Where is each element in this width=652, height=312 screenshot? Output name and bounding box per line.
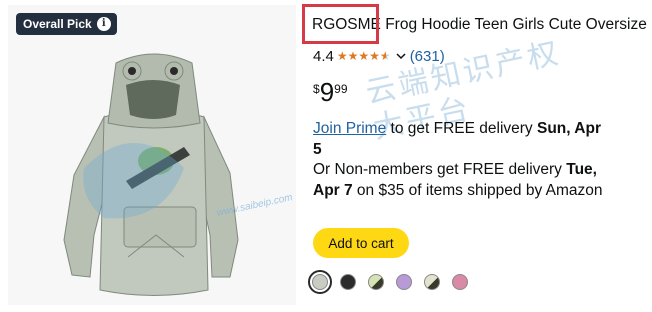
color-swatch[interactable] <box>452 274 468 290</box>
product-title-rest[interactable]: Frog Hoodie Teen Girls Cute Oversize <box>381 16 647 33</box>
add-to-cart-button[interactable]: Add to cart <box>313 228 409 258</box>
color-swatch[interactable] <box>424 274 440 290</box>
price-fraction: 99 <box>334 82 348 96</box>
overall-pick-badge: Overall Pick i <box>16 13 117 35</box>
join-prime-link[interactable]: Join Prime <box>313 120 386 137</box>
color-swatch[interactable] <box>308 270 332 294</box>
color-swatch[interactable] <box>340 274 356 290</box>
star-icon: ★ <box>369 49 380 63</box>
delivery-line1: to get FREE delivery <box>386 120 537 137</box>
chevron-down-icon[interactable] <box>396 51 406 61</box>
delivery-info: Join Prime to get FREE delivery Sun, Apr… <box>313 119 613 201</box>
product-card: Overall Pick i 云端知识产权大平台 www.saibeip.com… <box>0 0 652 312</box>
price: $ 9 99 <box>313 78 348 108</box>
rating-row: 4.4 ★ ★ ★ ★ ★ (631) <box>313 45 445 67</box>
star-icon: ★ <box>336 49 348 63</box>
rating-count-link[interactable]: (631) <box>410 48 445 65</box>
color-swatch[interactable] <box>396 274 412 290</box>
product-image[interactable]: Overall Pick i <box>8 5 296 305</box>
half-star-icon: ★ <box>379 49 391 63</box>
brand-highlight-box <box>302 4 379 44</box>
rating-value: 4.4 <box>313 47 334 65</box>
color-swatch[interactable] <box>368 274 384 290</box>
star-icon: ★ <box>347 49 359 63</box>
color-swatches <box>308 270 468 294</box>
info-icon[interactable]: i <box>96 17 111 31</box>
star-rating[interactable]: ★ ★ ★ ★ ★ <box>337 50 391 62</box>
price-currency: $ <box>313 82 320 96</box>
badge-label: Overall Pick <box>23 17 92 31</box>
delivery-line3: on $35 of items shipped by Amazon <box>352 181 603 199</box>
star-icon: ★ <box>358 49 370 63</box>
delivery-line2: Or Non-members get FREE delivery <box>313 161 567 178</box>
hoodie-image <box>63 53 239 296</box>
price-whole: 9 <box>319 77 335 107</box>
